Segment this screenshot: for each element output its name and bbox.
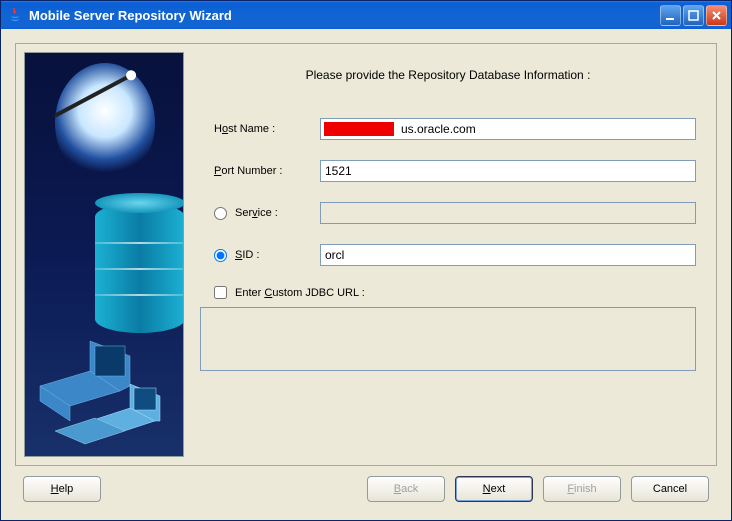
sid-label-cell: SID : [200,249,320,262]
custom-url-check-row: Enter Custom JDBC URL : [200,286,696,299]
wizard-frame: Please provide the Repository Database I… [15,43,717,466]
wizard-illustration [24,52,184,457]
wizard-window: Mobile Server Repository Wizard [0,0,732,521]
redacted-block [324,122,394,136]
form-area: Please provide the Repository Database I… [192,52,708,457]
window-controls [660,5,727,26]
port-number-input[interactable] [320,160,696,182]
next-button[interactable]: Next [455,476,533,502]
laptops-icon [35,326,175,446]
java-icon [7,7,23,23]
sid-input[interactable] [320,244,696,266]
sid-radio[interactable] [214,249,227,262]
sid-label: SID : [235,249,259,261]
service-label-cell: Service : [200,207,320,220]
sid-row: SID : [200,244,696,266]
back-button: Back [367,476,445,502]
service-input [320,202,696,224]
maximize-button[interactable] [683,5,704,26]
port-row: Port Number : [200,160,696,182]
close-button[interactable] [706,5,727,26]
custom-url-label-cell: Enter Custom JDBC URL : [200,286,365,299]
service-radio[interactable] [214,207,227,220]
window-title: Mobile Server Repository Wizard [29,8,232,23]
minimize-button[interactable] [660,5,681,26]
help-button[interactable]: Help [23,476,101,502]
cancel-button[interactable]: Cancel [631,476,709,502]
service-label: Service : [235,207,278,219]
custom-url-textarea [200,307,696,371]
custom-url-text-row [200,307,696,371]
custom-url-label: Enter Custom JDBC URL : [235,287,365,299]
custom-url-checkbox[interactable] [214,286,227,299]
finish-button: Finish [543,476,621,502]
button-bar: Help Back Next Finish Cancel [15,466,717,506]
service-row: Service : [200,202,696,224]
titlebar: Mobile Server Repository Wizard [1,1,731,29]
content-area: Please provide the Repository Database I… [1,29,731,520]
port-label: Port Number : [200,165,320,177]
page-instruction: Please provide the Repository Database I… [200,68,696,82]
host-label: Host Name : [200,123,320,135]
host-row: Host Name : [200,118,696,140]
